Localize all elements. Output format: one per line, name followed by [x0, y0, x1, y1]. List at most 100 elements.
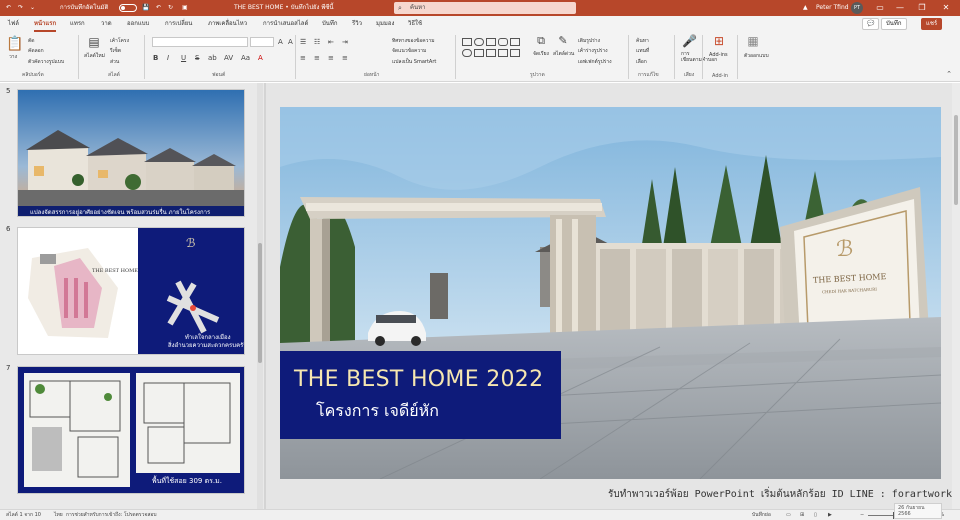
italic-button[interactable]: I [167, 53, 169, 63]
strikethrough-button[interactable]: S [195, 53, 199, 63]
increase-indent-icon[interactable]: ⇥ [342, 37, 348, 47]
new-slide-icon[interactable]: ▤ [86, 36, 102, 48]
reading-view-icon[interactable]: ▯ [814, 510, 817, 520]
shape-circle-icon[interactable] [462, 49, 472, 57]
slide-thumbnail-7[interactable]: พื้นที่ใช้สอย 309 ตร.ม. [17, 366, 245, 494]
quick-styles-label[interactable]: สไตล์ด่วน [553, 50, 574, 58]
bold-button[interactable]: B [153, 53, 158, 63]
restore-button[interactable]: ❐ [912, 1, 932, 15]
font-name-combo[interactable] [152, 37, 248, 47]
smartart-button[interactable]: แปลงเป็น SmartArt [392, 58, 436, 66]
shadow-button[interactable]: ab [208, 53, 217, 63]
shape-outline-button[interactable]: เค้าร่างรูปร่าง [578, 47, 608, 55]
comments-button[interactable]: 💬 [862, 18, 880, 30]
redo-icon[interactable]: ↷ [18, 2, 23, 14]
shape-rect2-icon[interactable] [486, 38, 496, 46]
copy-button[interactable]: คัดลอก [28, 47, 44, 55]
shape-effects-button[interactable]: เอฟเฟกต์รูปร่าง [578, 58, 612, 66]
tab-animations[interactable]: ภาพเคลื่อนไหว [208, 19, 247, 29]
shrink-font-icon[interactable]: A [288, 37, 293, 47]
undo-icon[interactable]: ↶ [6, 2, 11, 14]
new-slide-label[interactable]: สไลด์ใหม่ [84, 52, 105, 60]
avatar[interactable]: PT [851, 2, 863, 14]
tab-transitions[interactable]: การเปลี่ยน [165, 19, 192, 29]
slides-panel-scrollbar[interactable] [257, 83, 263, 509]
slide-title-box[interactable]: THE BEST HOME 2022 โครงการ เจดีย์หัก [280, 351, 561, 439]
shape-rounded-icon[interactable] [498, 38, 508, 46]
slide-thumbnail-5[interactable]: แปลงจัดสรรการอยู่อาศัยอย่างชัดเจน พร้อมส… [17, 89, 245, 217]
decrease-indent-icon[interactable]: ⇤ [328, 37, 334, 47]
undo-arrow-icon[interactable]: ↶ [156, 2, 161, 14]
autosave-toggle[interactable] [119, 4, 137, 12]
current-slide[interactable]: ℬ THE BEST HOME CHEDI HAK RATCHABURI THE… [280, 107, 941, 479]
layout-button[interactable]: เค้าโครง [110, 37, 129, 45]
share-button[interactable]: แชร์ [921, 18, 943, 30]
addins-icon[interactable]: ⊞ [711, 35, 727, 47]
language-indicator[interactable]: ไทย [54, 510, 63, 520]
shape-triangle-icon[interactable] [498, 49, 508, 57]
numbering-icon[interactable]: ☷ [314, 37, 320, 47]
tab-home[interactable]: หน้าแรก [34, 19, 57, 32]
addins-label[interactable]: Add-ins [709, 52, 728, 58]
text-direction-button[interactable]: ทิศทางของข้อความ [392, 37, 435, 45]
canvas-scrollbar[interactable] [952, 83, 960, 509]
shape-square-icon[interactable] [510, 38, 520, 46]
tab-slideshow[interactable]: การนำเสนอสไลด์ [263, 19, 308, 29]
tab-view[interactable]: มุมมอง [376, 19, 394, 29]
find-button[interactable]: ค้นหา [636, 37, 649, 45]
shape-rectangle-icon[interactable] [462, 38, 472, 46]
close-button[interactable]: ✕ [936, 1, 956, 15]
align-right-icon[interactable]: ≡ [328, 53, 334, 63]
select-button[interactable]: เลือก [636, 58, 647, 66]
scrollbar-thumb[interactable] [258, 243, 262, 363]
document-title[interactable]: THE BEST HOME • บันทึกไปยัง พีซีนี้ [234, 2, 334, 14]
accessibility-status[interactable]: การช่วยสำหรับการเข้าถึง: โปรดตรวจสอบ [66, 510, 157, 520]
shape-line-icon[interactable] [486, 49, 496, 57]
tab-design[interactable]: ออกแบบ [127, 19, 149, 29]
font-color-button[interactable]: A [258, 53, 263, 63]
minimize-button[interactable]: — [890, 1, 910, 15]
align-text-button[interactable]: จัดแนวข้อความ [392, 47, 426, 55]
justify-icon[interactable]: ≡ [342, 53, 348, 63]
tab-review[interactable]: รีวิว [352, 19, 362, 29]
slide-subtitle[interactable]: โครงการ เจดีย์หัก [316, 399, 439, 424]
section-button[interactable]: ส่วน [110, 58, 119, 66]
slide-title[interactable]: THE BEST HOME 2022 [294, 367, 543, 392]
align-left-icon[interactable]: ≡ [300, 53, 306, 63]
arrange-label[interactable]: จัดเรียง [533, 50, 549, 58]
notes-button[interactable]: บันทึกย่อ [752, 510, 771, 520]
slide-thumbnail-6[interactable]: ℬ THE BEST HOME ทำเลใจกลางเมือง สิ่งอำนว… [17, 227, 245, 355]
replace-button[interactable]: แทนที่ [636, 47, 649, 55]
tab-record[interactable]: บันทึก [322, 19, 338, 29]
shape-arrow-icon[interactable] [474, 49, 484, 57]
slide-sorter-icon[interactable]: ⊞ [800, 510, 804, 520]
quick-styles-icon[interactable]: ✎ [556, 35, 570, 47]
tab-help[interactable]: วิธีใช้ [408, 19, 422, 29]
quick-access-chevron-icon[interactable]: ⌄ [30, 2, 35, 14]
collapse-ribbon-icon[interactable]: ⌃ [944, 68, 954, 80]
paste-icon[interactable]: 📋 [6, 36, 23, 52]
tab-draw[interactable]: วาด [101, 19, 112, 29]
normal-view-icon[interactable]: ▭ [786, 510, 791, 520]
ribbon-display-icon[interactable]: ▭ [870, 1, 890, 15]
user-name[interactable]: Peter Tfind [816, 2, 849, 14]
arrange-icon[interactable]: ⧉ [534, 35, 548, 47]
bullets-icon[interactable]: ☰ [300, 37, 306, 47]
designer-icon[interactable]: ▦ [745, 35, 761, 47]
scrollbar-thumb[interactable] [954, 115, 958, 205]
cut-button[interactable]: ตัด [28, 37, 35, 45]
align-center-icon[interactable]: ≡ [314, 53, 320, 63]
shape-fill-button[interactable]: เติมรูปร่าง [578, 37, 600, 45]
change-case-button[interactable]: Aa [241, 53, 250, 63]
grow-font-icon[interactable]: A [278, 37, 283, 47]
zoom-out-icon[interactable]: − [860, 510, 864, 520]
reset-button[interactable]: รีเซ็ต [110, 47, 121, 55]
format-painter-button[interactable]: ตัวคัดวางรูปแบบ [28, 58, 64, 66]
redo-arrow-icon[interactable]: ↻ [168, 2, 173, 14]
microphone-icon[interactable]: 🎤 [682, 35, 697, 47]
designer-label[interactable]: ตัวออกแบบ [744, 52, 769, 60]
shape-oval-icon[interactable] [474, 38, 484, 46]
present-icon[interactable]: ▣ [182, 2, 188, 14]
save-icon[interactable]: 💾 [142, 2, 149, 14]
paste-label[interactable]: วาง [9, 53, 17, 61]
